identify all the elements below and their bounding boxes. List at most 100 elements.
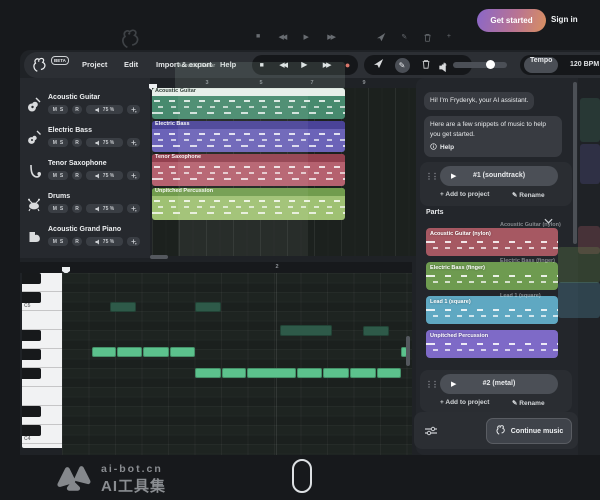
ghost-tools-row: ✎ + <box>377 33 451 44</box>
assistant-intro-bubble: Here are a few snippets of music to help… <box>424 116 562 157</box>
pencil-tool-button[interactable]: ✎ <box>395 58 410 73</box>
black-key[interactable] <box>22 368 41 379</box>
part-card-lead-1-square[interactable]: Lead 1 (square) <box>426 296 558 324</box>
part-card-unpitched-percussion[interactable]: Unpitched Percussion <box>426 330 558 358</box>
mute-solo-buttons[interactable]: MS <box>48 171 68 180</box>
track-row[interactable]: Tenor Saxophone MS R 75 % <box>20 158 150 189</box>
piano-roll-grid[interactable] <box>62 273 412 455</box>
add-to-project-button[interactable]: + Add to project <box>440 399 489 406</box>
track-volume[interactable]: 75 % <box>86 105 123 114</box>
app-logo-bird-icon[interactable] <box>31 56 49 79</box>
ghost-fragment <box>558 282 600 318</box>
track-settings-button[interactable] <box>127 237 140 246</box>
track-row[interactable]: Electric Bass MS R 75 % <box>20 125 150 156</box>
page: Get started Sign in ■ ◀◀ ▶ ▶▶ ✎ + Hi! I'… <box>0 0 600 500</box>
volume-speaker-icon[interactable] <box>438 60 448 78</box>
snippet-1-play-pill[interactable]: ▶ #1 (soundtrack) <box>440 166 558 186</box>
sign-in-link[interactable]: Sign in <box>551 15 578 24</box>
bar-number: 9 <box>359 80 369 86</box>
ghost-fragment <box>558 247 600 283</box>
record-button[interactable]: ● <box>345 61 350 70</box>
piano-roll-bar-number: 2 <box>272 264 282 270</box>
part-card-electric-bass-finger[interactable]: Electric Bass (finger) <box>426 262 558 290</box>
track-row[interactable]: Drums MS R 75 % <box>20 191 150 222</box>
piano-roll-ruler[interactable] <box>20 262 412 273</box>
drag-handle-icon[interactable]: ⋮⋮ <box>425 380 437 389</box>
settings-sliders-icon[interactable] <box>424 424 438 442</box>
add-to-project-button[interactable]: + Add to project <box>440 191 489 198</box>
menu-edit[interactable]: Edit <box>124 60 138 69</box>
track-settings-button[interactable] <box>127 204 140 213</box>
timeline-h-scrollbar[interactable] <box>150 255 168 259</box>
ghost-fragment <box>580 144 600 184</box>
watermark-line2: AI工具集 <box>101 475 166 496</box>
record-arm-button[interactable]: R <box>72 204 82 213</box>
continue-music-label: Continue music <box>511 428 564 435</box>
get-started-button[interactable]: Get started <box>477 9 546 32</box>
piano-roll-barline <box>276 273 277 455</box>
watermark-logo-icon <box>54 460 92 499</box>
black-key[interactable] <box>22 349 41 360</box>
ghost-panel-overlay <box>178 89 308 256</box>
mute-solo-buttons[interactable]: MS <box>48 105 68 114</box>
ghost-rewind-icon: ◀◀ <box>279 33 286 41</box>
black-key[interactable] <box>22 406 41 417</box>
part-label: Lead 1 (square) <box>430 299 471 305</box>
delete-tool-button[interactable] <box>421 56 431 74</box>
ghost-forward-icon: ▶▶ <box>327 33 334 41</box>
record-arm-button[interactable]: R <box>72 171 82 180</box>
pointer-tool-button[interactable] <box>374 56 384 74</box>
track-volume[interactable]: 75 % <box>86 204 123 213</box>
mute-solo-buttons[interactable]: MS <box>48 204 68 213</box>
track-settings-button[interactable] <box>127 138 140 147</box>
ghost-plus-icon: + <box>447 33 451 44</box>
watermark: ai-bot.cn AI工具集 <box>54 460 166 499</box>
rename-button[interactable]: ✎ Rename <box>512 191 545 199</box>
volume-slider-handle[interactable] <box>486 60 495 69</box>
mute-solo-buttons[interactable]: MS <box>48 237 68 246</box>
track-row[interactable]: Acoustic Guitar MS R 75 % <box>20 92 150 123</box>
mute-solo-buttons[interactable]: MS <box>48 138 68 147</box>
continue-music-button[interactable]: Continue music <box>486 418 572 444</box>
part-card-acoustic-guitar-nylon[interactable]: Acoustic Guitar (nylon) <box>426 228 558 256</box>
ghost-clip-label: Acoustic Guitar <box>178 63 215 69</box>
snippet-1-title: #1 (soundtrack) <box>440 172 558 179</box>
ghost-pencil-icon: ✎ <box>401 33 407 44</box>
track-volume[interactable]: 75 % <box>86 138 123 147</box>
piano-roll-v-scrollbar[interactable] <box>406 336 410 366</box>
assistant-intro-text: Here are a few snippets of music to help… <box>430 121 546 138</box>
menu-project[interactable]: Project <box>82 60 107 69</box>
track-list: Acoustic Guitar MS R 75 % Electric Bass … <box>20 78 150 258</box>
assistant-bottom-bar: Continue music <box>414 412 578 449</box>
black-key[interactable] <box>22 292 41 303</box>
snippet-card-2: ⋮⋮ ▶ #2 (metal) + Add to project ✎ Renam… <box>420 370 572 412</box>
help-link[interactable]: Help <box>440 143 454 153</box>
piano-keyboard[interactable] <box>22 273 62 448</box>
tempo-control[interactable]: Tempo 120 BPM <box>520 55 600 75</box>
ghost-fragment <box>580 98 600 142</box>
record-arm-button[interactable]: R <box>72 105 82 114</box>
track-settings-button[interactable] <box>127 171 140 180</box>
mouse-outline-icon <box>292 459 312 493</box>
bird-logo-icon <box>495 424 507 438</box>
record-arm-button[interactable]: R <box>72 138 82 147</box>
tempo-value[interactable]: 120 BPM <box>570 61 600 68</box>
plus-icon: + <box>440 399 444 406</box>
volume-slider[interactable] <box>453 62 507 68</box>
track-volume[interactable]: 75 % <box>86 171 123 180</box>
track-row[interactable]: Acoustic Grand Piano MS R 75 % <box>20 224 150 255</box>
snippet-2-play-pill[interactable]: ▶ #2 (metal) <box>440 374 558 394</box>
ghost-pointer-icon <box>377 33 386 44</box>
ghost-transport-row: ■ ◀◀ ▶ ▶▶ <box>256 33 334 41</box>
drag-handle-icon[interactable]: ⋮⋮ <box>425 172 437 181</box>
black-key[interactable] <box>22 425 41 436</box>
assistant-scrollbar[interactable] <box>573 82 577 244</box>
rename-button[interactable]: ✎ Rename <box>512 399 545 407</box>
ghost-part-label: Acoustic Guitar (nylon) <box>500 222 598 228</box>
record-arm-button[interactable]: R <box>72 237 82 246</box>
track-settings-button[interactable] <box>127 105 140 114</box>
black-key[interactable] <box>22 273 41 284</box>
track-volume[interactable]: 75 % <box>86 237 123 246</box>
black-key[interactable] <box>22 330 41 341</box>
ghost-play-icon: ▶ <box>304 33 309 41</box>
